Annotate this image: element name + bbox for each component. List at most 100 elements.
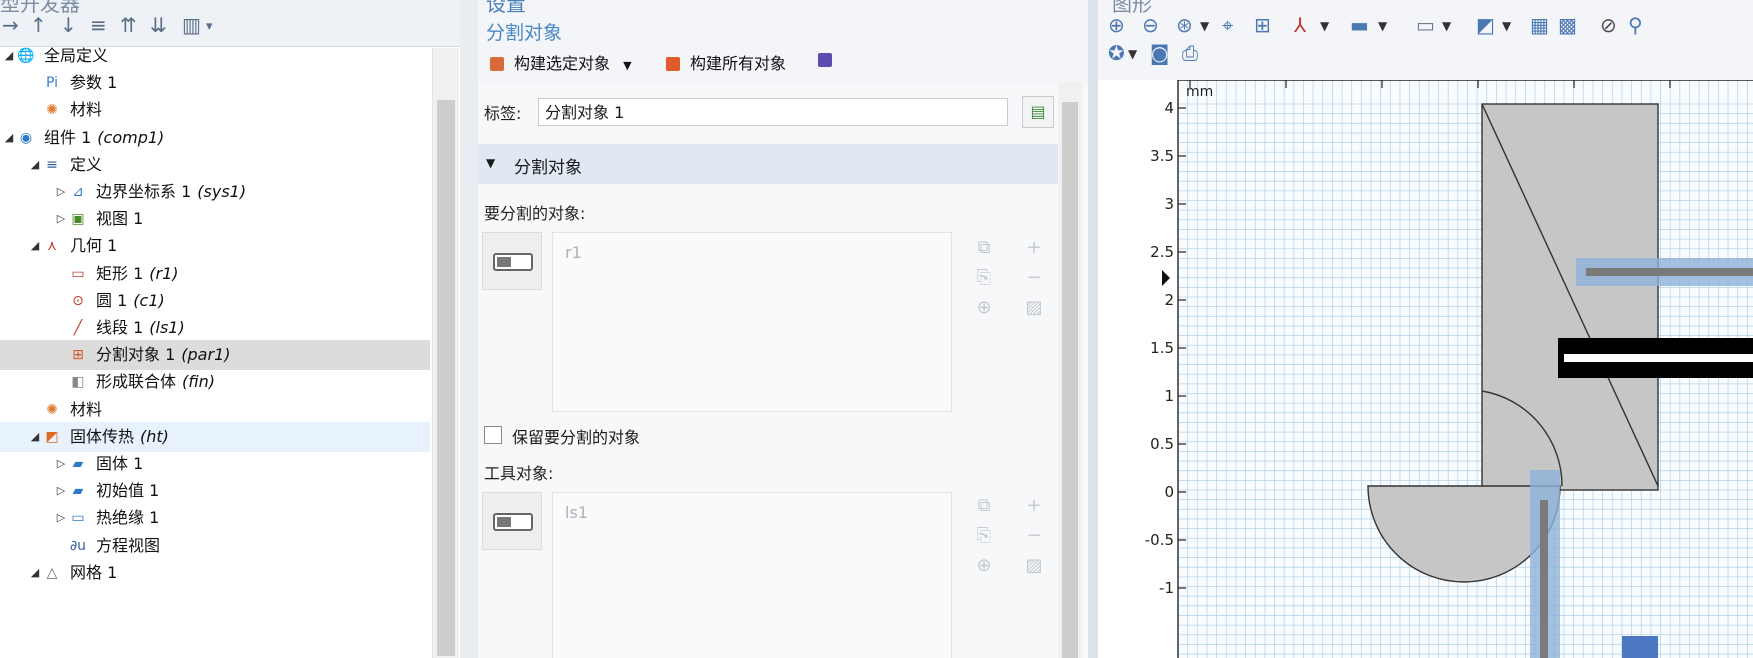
tree-item[interactable]: ▷ ▰ 固体 1 xyxy=(0,449,430,479)
comment-icon[interactable]: ▤ xyxy=(1022,96,1054,128)
chevron-down-icon[interactable]: ▼ xyxy=(1320,15,1329,37)
print-icon[interactable]: ⎙ xyxy=(1182,42,1198,64)
rotate-icon[interactable]: ✪ xyxy=(1108,42,1125,64)
build-all-button[interactable]: 构建所有对象 xyxy=(666,50,786,74)
expand-all-icon[interactable]: ⇊ xyxy=(150,15,167,35)
move-down-icon[interactable]: ↓ xyxy=(60,15,77,35)
objects-list[interactable]: r1 xyxy=(552,232,952,412)
paste-icon[interactable]: ⎘ xyxy=(972,524,996,548)
clear-selection-icon[interactable]: ▨ xyxy=(1022,296,1046,320)
zoom-out-icon[interactable]: ⊖ xyxy=(1142,14,1159,36)
activate-tool-selection-button[interactable] xyxy=(482,492,542,550)
chevron-down-icon[interactable]: ▼ xyxy=(1378,15,1387,37)
tree-item[interactable]: ▷ ▣ 视图 1 xyxy=(0,204,430,234)
zoom-to-selection-icon[interactable]: ⊕ xyxy=(972,554,996,578)
expand-icon[interactable]: ▷ xyxy=(54,503,68,533)
label-field[interactable]: 分割对象 1 xyxy=(538,98,1008,126)
center-icon[interactable]: ⌖ xyxy=(1222,14,1233,36)
expanded-icon[interactable]: ◢ xyxy=(2,123,16,153)
camera-icon[interactable]: ◙ xyxy=(1150,42,1169,64)
activate-selection-button[interactable] xyxy=(482,232,542,290)
scrollbar-thumb[interactable] xyxy=(437,100,455,656)
copy-icon[interactable]: ⧉ xyxy=(972,236,996,260)
search-icon[interactable]: ⚲ xyxy=(1628,14,1643,36)
tree-item[interactable]: ✺ 材料 xyxy=(0,95,430,125)
edge-highlight-inner xyxy=(1540,500,1548,658)
render-icon[interactable]: ◩ xyxy=(1476,14,1495,36)
chevron-down-icon[interactable]: ▼ xyxy=(1128,43,1137,65)
tree-item[interactable]: ⊞ 分割对象 1 (par1) xyxy=(0,340,430,371)
add-icon[interactable]: + xyxy=(1022,494,1046,518)
tree-item[interactable]: ◢ ◩ 固体传热 (ht) xyxy=(0,421,430,452)
keep-input-checkbox[interactable] xyxy=(484,426,502,444)
chevron-down-icon[interactable]: ▼ xyxy=(1502,15,1511,37)
divider[interactable] xyxy=(460,0,478,658)
tree-item[interactable]: ◢ △ 网格 1 xyxy=(0,558,430,588)
chevron-down-icon[interactable]: ▼ xyxy=(1442,15,1451,37)
axis-icon[interactable]: ⅄ xyxy=(1294,14,1306,36)
tree-item-tag: (ht) xyxy=(140,426,169,446)
expanded-icon[interactable]: ◢ xyxy=(2,41,16,71)
settings-header: 设置 分割对象 构建选定对象 ▼ 构建所有对象 xyxy=(478,0,1090,82)
divider[interactable] xyxy=(1088,0,1098,658)
tools-caption: 工具对象: xyxy=(484,464,554,483)
zoom-box-icon[interactable]: ⊛ xyxy=(1176,14,1193,36)
tree-item[interactable]: ⊙ 圆 1 (c1) xyxy=(0,286,430,316)
tools-list[interactable]: ls1 xyxy=(552,492,952,658)
tree-item[interactable]: Pi 参数 1 xyxy=(0,68,430,98)
tree-item[interactable]: ◢ ◉ 组件 1 (comp1) xyxy=(0,123,430,153)
build-selected-button[interactable]: 构建选定对象 ▼ xyxy=(490,50,632,74)
tree-item[interactable]: ╱ 线段 1 (ls1) xyxy=(0,313,430,343)
chevron-down-icon[interactable]: ▼ xyxy=(623,59,631,72)
build-extra-button[interactable] xyxy=(818,50,842,69)
expanded-icon[interactable]: ◢ xyxy=(28,150,42,180)
columns-icon[interactable]: ▥ xyxy=(182,15,201,35)
chevron-down-icon[interactable]: ▼ xyxy=(1200,15,1209,37)
expanded-icon[interactable]: ◢ xyxy=(28,422,42,452)
tree-item[interactable]: ▭ 矩形 1 (r1) xyxy=(0,259,430,289)
tree-item[interactable]: ✺ 材料 xyxy=(0,395,430,425)
remove-icon[interactable]: − xyxy=(1022,266,1046,290)
expand-icon[interactable]: ▷ xyxy=(54,449,68,479)
transparency-icon[interactable]: ▩ xyxy=(1558,14,1577,36)
expand-icon[interactable]: ▷ xyxy=(54,204,68,234)
tree-item[interactable]: ◢ ⋏ 几何 1 xyxy=(0,231,430,261)
remove-icon[interactable]: − xyxy=(1022,524,1046,548)
move-up-icon[interactable]: ↑ xyxy=(30,15,47,35)
tree-item[interactable]: ▷ ⊿ 边界坐标系 1 (sys1) xyxy=(0,177,430,207)
geometry-canvas[interactable]: 4 3.5 3 2.5 2 1.5 1 0.5 0 -0.5 -1 mm xyxy=(1098,80,1753,658)
view-icon[interactable]: ▭ xyxy=(1416,14,1435,36)
tree-item[interactable]: ▷ ▭ 热绝缘 1 xyxy=(0,503,430,533)
list-item[interactable]: ls1 xyxy=(565,503,588,522)
list-item[interactable]: r1 xyxy=(565,243,582,262)
tree-item[interactable]: ◢ 🌐 全局定义 xyxy=(0,41,430,71)
settings-scrollbar[interactable] xyxy=(1058,82,1082,658)
hide-icon[interactable]: ⊘ xyxy=(1600,14,1617,36)
clear-selection-icon[interactable]: ▨ xyxy=(1022,554,1046,578)
wireframe-icon[interactable]: ▦ xyxy=(1530,14,1549,36)
select-objects-icon[interactable]: ▬ xyxy=(1350,14,1369,36)
zoom-extents-icon[interactable]: ⊞ xyxy=(1254,14,1271,36)
arrow-right-icon[interactable]: → xyxy=(2,15,19,35)
tree-item[interactable]: ∂u 方程视图 xyxy=(0,531,430,561)
section-header[interactable]: ▼ 分割对象 xyxy=(478,144,1060,184)
tree-item[interactable]: ◢ ≡ 定义 xyxy=(0,150,430,180)
zoom-in-icon[interactable]: ⊕ xyxy=(1108,14,1125,36)
scrollbar-thumb[interactable] xyxy=(1062,102,1078,658)
expanded-icon[interactable]: ◢ xyxy=(28,558,42,588)
collapse-all-icon[interactable]: ⇈ xyxy=(120,15,137,35)
expand-icon[interactable]: ▷ xyxy=(54,476,68,506)
paste-icon[interactable]: ⎘ xyxy=(972,266,996,290)
chevron-down-icon[interactable]: ▾ xyxy=(206,17,213,37)
show-icon[interactable]: ≡ xyxy=(90,15,107,35)
view-icon: ▣ xyxy=(71,211,85,228)
expanded-icon[interactable]: ◢ xyxy=(28,231,42,261)
expand-icon[interactable]: ▷ xyxy=(54,177,68,207)
add-icon[interactable]: + xyxy=(1022,236,1046,260)
tree-item[interactable]: ▷ ▰ 初始值 1 xyxy=(0,476,430,506)
zoom-to-selection-icon[interactable]: ⊕ xyxy=(972,296,996,320)
copy-icon[interactable]: ⧉ xyxy=(972,494,996,518)
tree-scrollbar[interactable] xyxy=(432,48,459,658)
tree-item-label: 矩形 1 xyxy=(96,263,144,283)
tree-item[interactable]: ◧ 形成联合体 (fin) xyxy=(0,367,430,397)
